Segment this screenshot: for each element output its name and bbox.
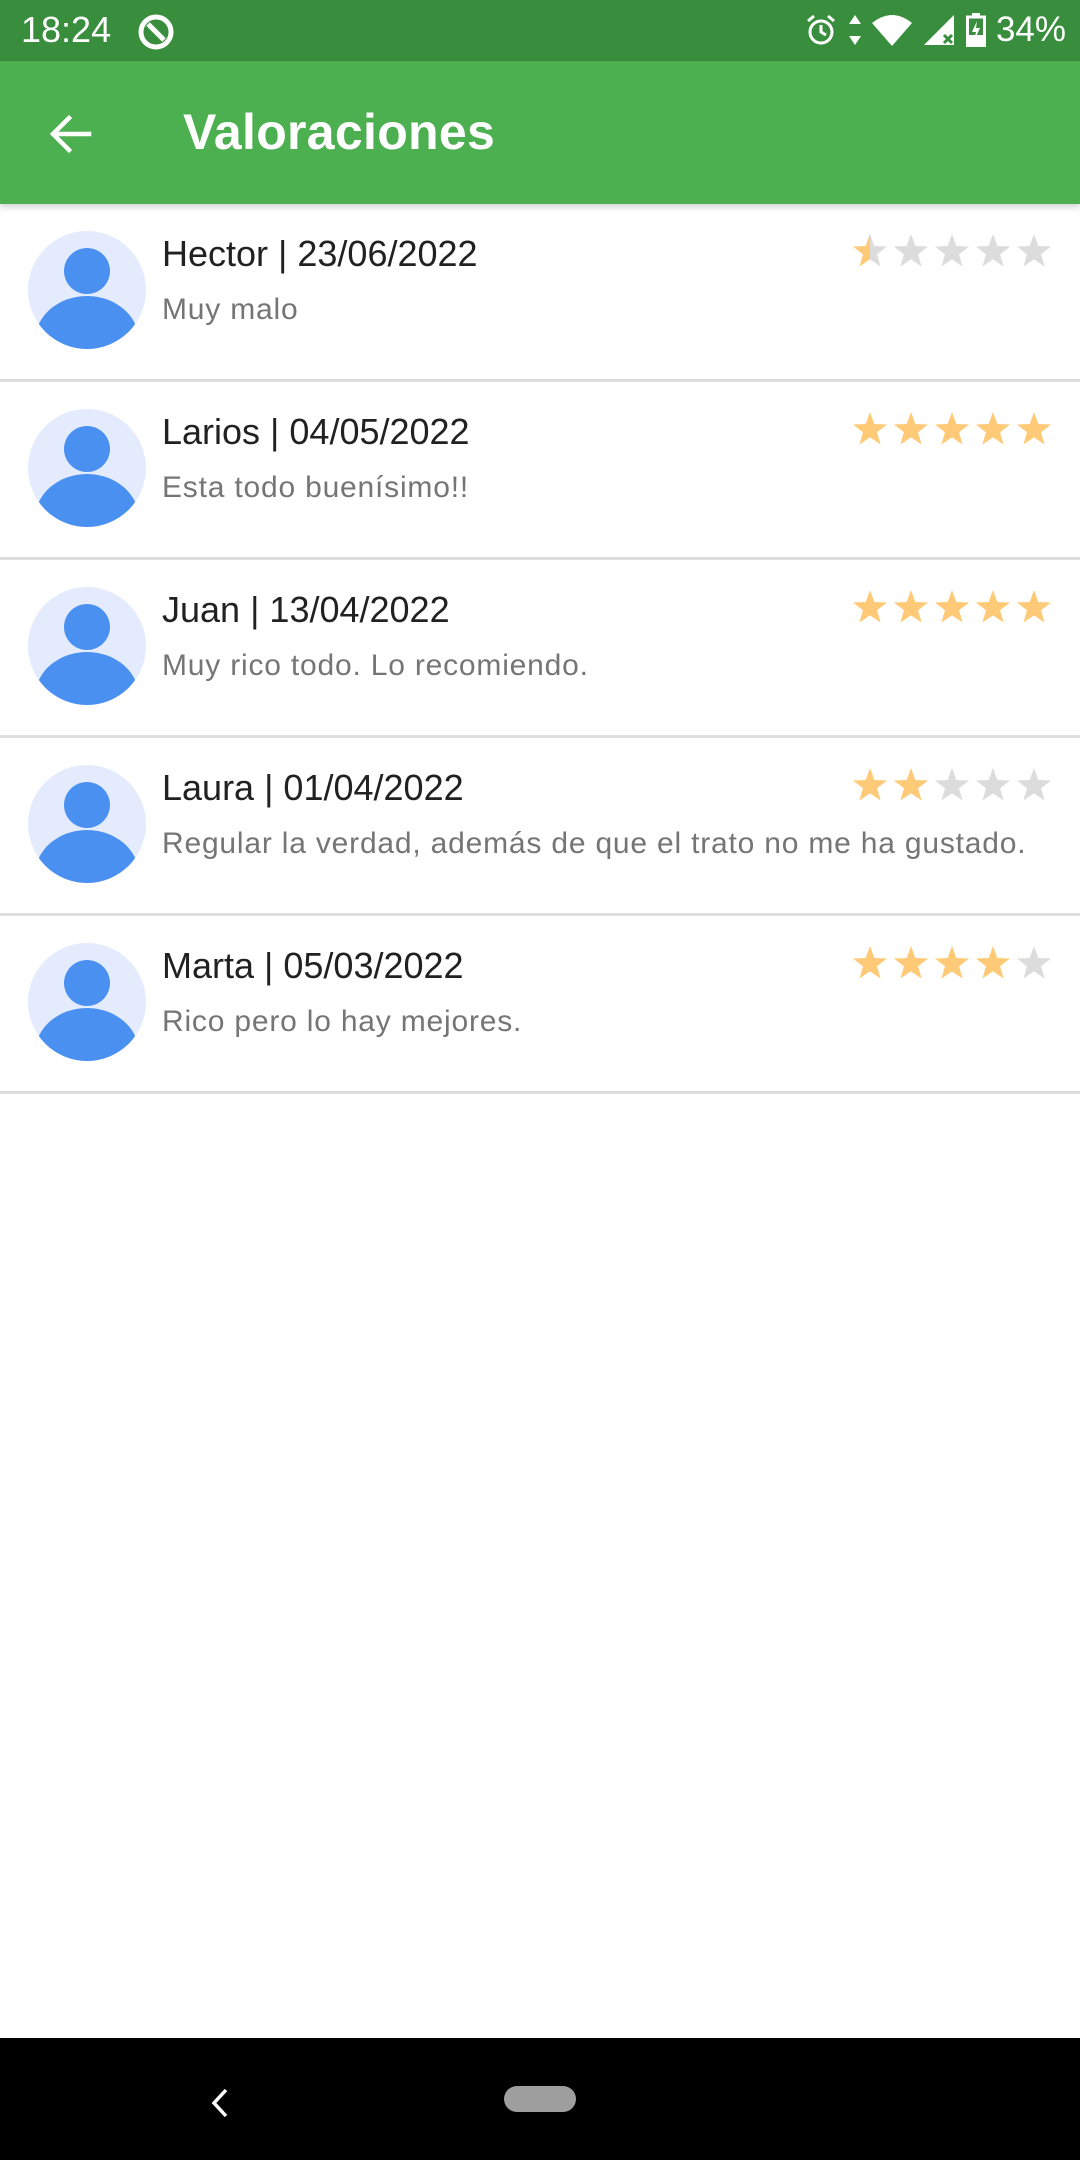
star-icon: [1016, 234, 1052, 267]
star-icon: [975, 412, 1011, 445]
data-arrows-icon: [848, 13, 862, 47]
star-icon: [852, 412, 888, 445]
review-author-date: Laura | 01/04/2022: [162, 767, 464, 808]
review-item: Laura | 01/04/2022 Regular la verdad, ad…: [0, 738, 1080, 916]
rating-stars: [852, 767, 1052, 803]
star-icon: [893, 768, 929, 801]
star-icon: [1016, 412, 1052, 445]
status-icons: 34%: [804, 8, 1066, 52]
star-icon: [975, 946, 1011, 979]
status-time: 18:24: [21, 9, 112, 50]
star-icon: [893, 412, 929, 445]
star-icon: [975, 590, 1011, 623]
star-icon: [934, 768, 970, 801]
review-comment: Esta todo buenísimo!!: [162, 471, 469, 504]
rating-stars: [852, 411, 1052, 447]
review-author-date: Larios | 04/05/2022: [162, 411, 470, 452]
star-icon: [1016, 590, 1052, 623]
review-author-date: Hector | 23/06/2022: [162, 233, 478, 274]
star-icon: [934, 234, 970, 267]
user-avatar-icon: [28, 943, 146, 1061]
star-icon: [934, 412, 970, 445]
star-icon: [1016, 946, 1052, 979]
review-item: Marta | 05/03/2022 Rico pero lo hay mejo…: [0, 916, 1080, 1094]
app-bar: Valoraciones: [0, 61, 1080, 204]
review-comment: Rico pero lo hay mejores.: [162, 1005, 523, 1038]
review-item: Juan | 13/04/2022 Muy rico todo. Lo reco…: [0, 560, 1080, 738]
star-icon: [975, 768, 1011, 801]
rating-stars: [852, 945, 1052, 981]
star-icon: [934, 946, 970, 979]
nav-back-button[interactable]: [195, 2078, 245, 2128]
wifi-icon: [871, 13, 912, 47]
status-bar: 18:24 34%: [0, 0, 1080, 61]
review-comment: Muy rico todo. Lo recomiendo.: [162, 649, 589, 682]
alarm-icon: [804, 13, 838, 47]
app-notification-icon: [136, 12, 176, 52]
page-title: Valoraciones: [183, 104, 496, 160]
star-icon: [852, 946, 888, 979]
cell-signal-icon: [922, 13, 956, 47]
rating-stars: [852, 233, 1052, 269]
user-avatar-icon: [28, 231, 146, 349]
back-button[interactable]: [28, 99, 114, 169]
star-icon: [934, 590, 970, 623]
rating-stars: [852, 589, 1052, 625]
review-author-date: Juan | 13/04/2022: [162, 589, 450, 630]
arrow-back-icon: [49, 114, 92, 154]
user-avatar-icon: [28, 765, 146, 883]
review-item: Larios | 04/05/2022 Esta todo buenísimo!…: [0, 382, 1080, 560]
home-pill-icon[interactable]: [504, 2086, 576, 2112]
navigation-bar: [0, 2038, 1080, 2160]
star-icon: [852, 234, 888, 267]
user-avatar-icon: [28, 409, 146, 527]
star-icon: [852, 590, 888, 623]
nav-back-icon: [211, 2088, 228, 2118]
user-avatar-icon: [28, 587, 146, 705]
review-comment: Muy malo: [162, 293, 299, 326]
star-icon: [893, 590, 929, 623]
review-author-date: Marta | 05/03/2022: [162, 945, 464, 986]
star-icon: [1016, 768, 1052, 801]
star-icon: [893, 946, 929, 979]
star-icon: [852, 768, 888, 801]
reviews-list: Hector | 23/06/2022 Muy malo Larios | 04…: [0, 204, 1080, 1094]
review-comment: Regular la verdad, además de que el trat…: [162, 827, 1027, 860]
star-icon: [975, 234, 1011, 267]
battery-charging-icon: [965, 13, 986, 47]
star-icon: [893, 234, 929, 267]
battery-percentage: 34%: [995, 10, 1066, 49]
review-item: Hector | 23/06/2022 Muy malo: [0, 204, 1080, 382]
